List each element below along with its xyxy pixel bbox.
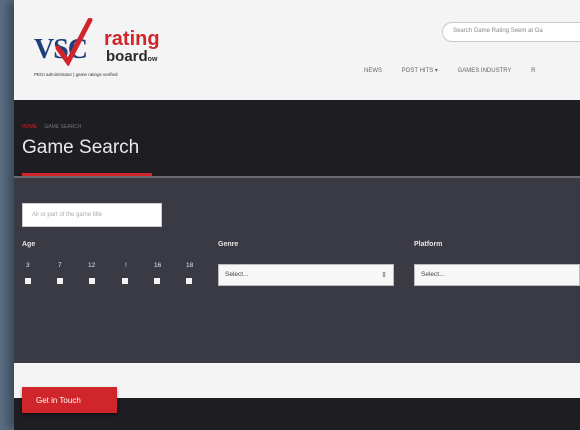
get-in-touch-button[interactable]: Get in Touch (22, 387, 117, 413)
breadcrumb: HOME GAME SEARCH (22, 124, 81, 130)
platform-select-value: Select... (421, 271, 445, 278)
genre-select[interactable]: Select... ⇕ (218, 264, 394, 286)
platform-label: Platform (414, 241, 443, 248)
select-arrows-icon: ⇕ (381, 272, 387, 279)
age-value-3: 3 (26, 262, 30, 269)
breadcrumb-home[interactable]: HOME (22, 124, 37, 130)
genre-label: Genre (218, 241, 239, 248)
age-value-12: 12 (88, 262, 96, 269)
logo-tagline: PEGI administrator | game ratings verifi… (34, 72, 118, 77)
logo-board-text: boardow (106, 48, 158, 65)
nav-item-games-industry[interactable]: GAMES INDUSTRY (458, 68, 512, 74)
age-value-16: 16 (154, 262, 162, 269)
page-title-bar: HOME GAME SEARCH Game Search (14, 100, 580, 178)
search-filters-panel: All or part of the game title Age 3 7 12… (14, 178, 580, 363)
vsc-rating-board-logo[interactable]: VSC rating boardow PEGI administrator | … (24, 18, 174, 88)
nav-item-posts[interactable]: POST HITS ▾ (402, 68, 438, 74)
age-checkbox-excl[interactable] (122, 278, 128, 284)
site-header: VSC rating boardow PEGI administrator | … (14, 0, 580, 101)
main-nav: NEWS POST HITS ▾ GAMES INDUSTRY R (364, 67, 554, 74)
age-label: Age (22, 241, 36, 248)
genre-select-value: Select... (225, 271, 249, 278)
age-checkbox-16[interactable] (154, 278, 160, 284)
breadcrumb-current: GAME SEARCH (44, 124, 82, 130)
checkmark-icon (55, 18, 93, 66)
site-search-input[interactable]: Search Game Rating Seem at Ga (442, 22, 580, 42)
browser-frame: VSC rating boardow PEGI administrator | … (14, 0, 580, 430)
title-accent-bar (22, 173, 152, 176)
page-title: Game Search (22, 137, 140, 158)
age-checkbox-12[interactable] (89, 278, 95, 284)
platform-select[interactable]: Select... (414, 264, 580, 286)
age-checkbox-3[interactable] (25, 278, 31, 284)
age-value-18: 18 (186, 262, 194, 269)
age-checkbox-18[interactable] (186, 278, 192, 284)
game-title-input[interactable]: All or part of the game title (22, 203, 162, 227)
nav-item-more[interactable]: R (531, 68, 535, 74)
age-checkbox-7[interactable] (57, 278, 63, 284)
age-value-7: 7 (58, 262, 62, 269)
nav-item-news[interactable]: NEWS (364, 68, 382, 74)
age-value-excl: ! (125, 262, 127, 269)
